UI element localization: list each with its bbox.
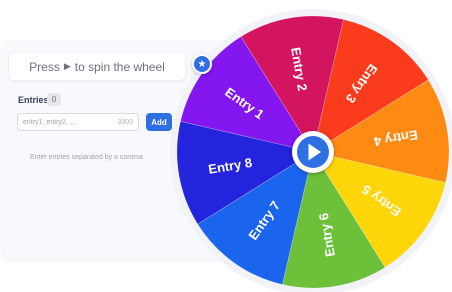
spin-button[interactable] — [292, 131, 334, 173]
spin-wheel[interactable]: Entry 1Entry 2 Entry 3Entry 4Entry 5Entry… — [0, 0, 452, 292]
star-icon[interactable]: ★ — [192, 54, 212, 74]
